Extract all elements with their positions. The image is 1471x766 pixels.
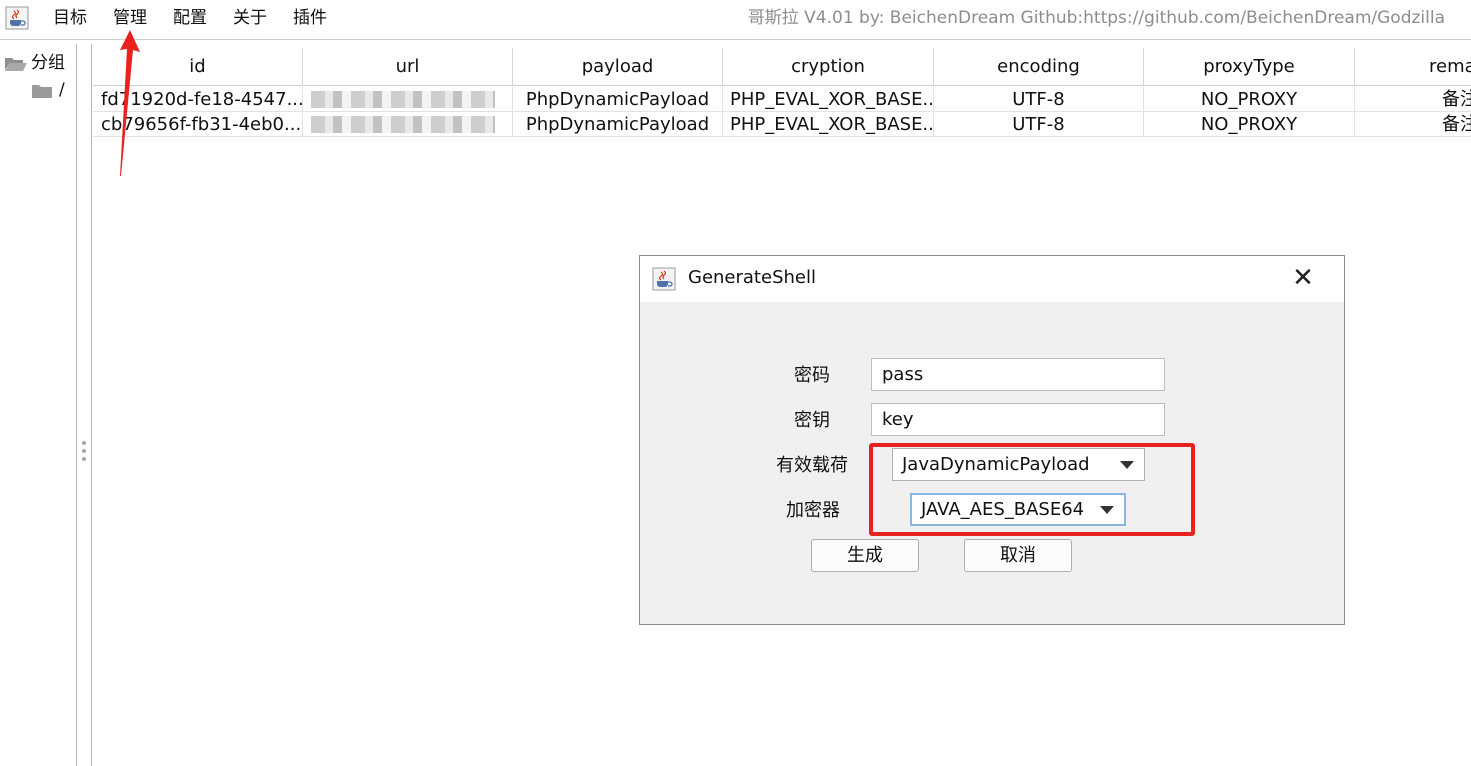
cell-proxytype: NO_PROXY: [1144, 87, 1355, 112]
grip-dot: [82, 449, 86, 453]
cancel-button[interactable]: 取消: [964, 539, 1072, 572]
column-header-cryption[interactable]: cryption: [723, 48, 934, 86]
redacted-url: [311, 91, 495, 108]
grip-dot: [82, 441, 86, 445]
table-header: id url payload cryption encoding proxyTy…: [93, 48, 1471, 86]
annotation-arrow-icon: [120, 30, 140, 176]
java-coffee-cup-icon[interactable]: [5, 6, 29, 30]
key-label: 密钥: [794, 410, 830, 431]
cell-remark: 备注: [1355, 87, 1471, 112]
dialog-title: GenerateShell: [688, 267, 816, 288]
cell-encoding: UTF-8: [934, 112, 1144, 137]
tree-child-label: /: [59, 80, 65, 100]
table-row[interactable]: fd71920d-fe18-4547... PhpDynamicPayload …: [93, 87, 1471, 112]
cell-proxytype: NO_PROXY: [1144, 112, 1355, 137]
menu-about[interactable]: 关于: [233, 6, 267, 30]
cell-cryption: PHP_EVAL_XOR_BASE...: [723, 87, 934, 112]
column-header-payload[interactable]: payload: [513, 48, 723, 86]
annotation-highlight-box: [869, 443, 1195, 536]
cell-encoding: UTF-8: [934, 87, 1144, 112]
java-coffee-cup-icon: [652, 267, 676, 291]
grip-dot: [82, 457, 86, 461]
cryption-label: 加密器: [786, 500, 840, 521]
menu-bar: 目标 管理 配置 关于 插件 哥斯拉 V4.01 by: BeichenDrea…: [0, 0, 1471, 40]
password-field[interactable]: pass: [871, 358, 1165, 391]
window-title: 哥斯拉 V4.01 by: BeichenDream Github:https:…: [747, 8, 1445, 28]
password-label: 密码: [794, 365, 830, 386]
cell-payload: PhpDynamicPayload: [513, 112, 723, 137]
generate-button[interactable]: 生成: [811, 539, 919, 572]
group-tree: 分组 /: [0, 44, 77, 766]
split-pane-divider[interactable]: [77, 44, 92, 766]
menu-manage[interactable]: 管理: [113, 6, 147, 30]
table-row[interactable]: cb79656f-fb31-4eb0... PhpDynamicPayload …: [93, 112, 1471, 137]
folder-icon: [32, 85, 52, 98]
cell-cryption: PHP_EVAL_XOR_BASE...: [723, 112, 934, 137]
cell-url: [303, 112, 513, 137]
cell-payload: PhpDynamicPayload: [513, 87, 723, 112]
dialog-title-bar[interactable]: GenerateShell ✕: [640, 256, 1344, 302]
column-header-remark[interactable]: rema: [1355, 48, 1471, 86]
key-field[interactable]: key: [871, 403, 1165, 436]
column-header-proxytype[interactable]: proxyType: [1144, 48, 1355, 86]
generate-shell-dialog: GenerateShell ✕ 密码 pass 密钥 key 有效载荷 Java…: [639, 255, 1345, 625]
menu-plugins[interactable]: 插件: [293, 6, 327, 30]
cell-remark: 备注: [1355, 112, 1471, 137]
open-folder-icon: [5, 58, 27, 71]
column-header-encoding[interactable]: encoding: [934, 48, 1144, 86]
close-icon[interactable]: ✕: [1290, 265, 1316, 291]
tree-root-label: 分组: [31, 53, 65, 73]
menu-target[interactable]: 目标: [53, 6, 87, 30]
column-header-url[interactable]: url: [303, 48, 513, 86]
redacted-url: [311, 116, 495, 133]
cell-url: [303, 87, 513, 112]
menu-config[interactable]: 配置: [173, 6, 207, 30]
payload-label: 有效载荷: [776, 455, 848, 476]
